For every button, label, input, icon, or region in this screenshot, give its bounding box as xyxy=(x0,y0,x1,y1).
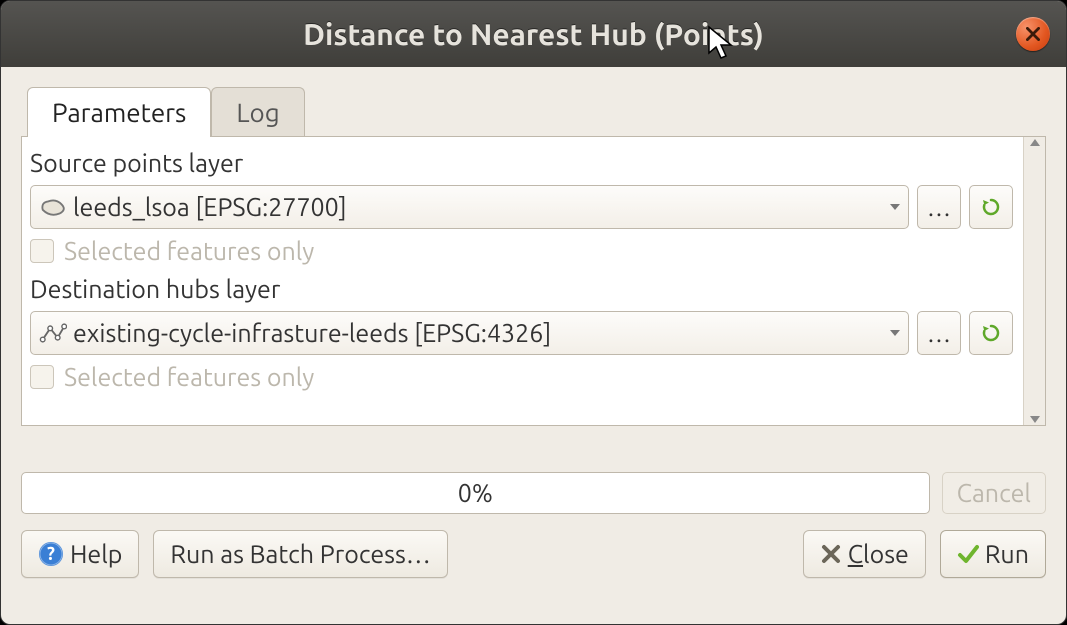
close-icon xyxy=(1026,27,1040,41)
titlebar[interactable]: Distance to Nearest Hub (Points) xyxy=(1,1,1066,67)
dest-layer-value: existing-cycle-infrasture-leeds [EPSG:43… xyxy=(73,319,884,347)
check-icon xyxy=(957,543,979,565)
scroll-up-icon[interactable] xyxy=(1030,139,1040,146)
chevron-down-icon xyxy=(890,330,900,336)
button-row: ? Help Run as Batch Process… CCloselose xyxy=(21,530,1046,578)
close-button[interactable]: CCloselose xyxy=(803,530,926,578)
window-close-button[interactable] xyxy=(1016,17,1050,51)
dialog-window: Distance to Nearest Hub (Points) Paramet… xyxy=(0,0,1067,625)
chevron-down-icon xyxy=(890,204,900,210)
refresh-icon xyxy=(981,323,1001,343)
x-icon xyxy=(820,543,842,565)
svg-text:?: ? xyxy=(47,544,55,564)
cancel-button: Cancel xyxy=(942,472,1046,514)
source-iterate-button[interactable] xyxy=(969,185,1013,229)
window-title: Distance to Nearest Hub (Points) xyxy=(303,17,764,51)
scroll-down-icon[interactable] xyxy=(1030,416,1040,423)
parameters-content: Source points layer leeds_lsoa [EPSG:277… xyxy=(22,137,1023,425)
source-layer-label: Source points layer xyxy=(30,149,1013,177)
dest-selected-only-row: Selected features only xyxy=(30,363,1013,391)
batch-button[interactable]: Run as Batch Process… xyxy=(153,530,447,578)
source-layer-combo[interactable]: leeds_lsoa [EPSG:27700] xyxy=(30,185,909,229)
source-selected-only-checkbox[interactable] xyxy=(30,239,54,263)
help-icon: ? xyxy=(38,541,64,567)
tab-bar: Parameters Log xyxy=(21,87,1046,137)
refresh-icon xyxy=(981,197,1001,217)
tab-parameters[interactable]: Parameters xyxy=(27,87,211,137)
panel-scrollbar[interactable] xyxy=(1023,137,1045,425)
source-layer-value: leeds_lsoa [EPSG:27700] xyxy=(73,193,884,221)
help-button[interactable]: ? Help xyxy=(21,530,139,578)
tab-log[interactable]: Log xyxy=(211,87,304,137)
source-selected-only-label: Selected features only xyxy=(64,237,314,265)
run-button[interactable]: Run xyxy=(940,530,1046,578)
progress-text: 0% xyxy=(458,479,493,507)
dest-layer-label: Destination hubs layer xyxy=(30,275,1013,303)
dialog-body: Parameters Log Source points layer leeds… xyxy=(1,67,1066,624)
progress-row: 0% Cancel xyxy=(21,472,1046,514)
progress-bar: 0% xyxy=(21,472,930,514)
dest-layer-combo[interactable]: existing-cycle-infrasture-leeds [EPSG:43… xyxy=(30,311,909,355)
dest-iterate-button[interactable] xyxy=(969,311,1013,355)
dest-selected-only-checkbox[interactable] xyxy=(30,365,54,389)
line-layer-icon xyxy=(39,323,67,343)
dest-selected-only-label: Selected features only xyxy=(64,363,314,391)
source-selected-only-row: Selected features only xyxy=(30,237,1013,265)
polygon-layer-icon xyxy=(39,197,67,217)
parameters-panel: Source points layer leeds_lsoa [EPSG:277… xyxy=(21,136,1046,426)
source-browse-button[interactable]: … xyxy=(917,185,961,229)
dest-browse-button[interactable]: … xyxy=(917,311,961,355)
